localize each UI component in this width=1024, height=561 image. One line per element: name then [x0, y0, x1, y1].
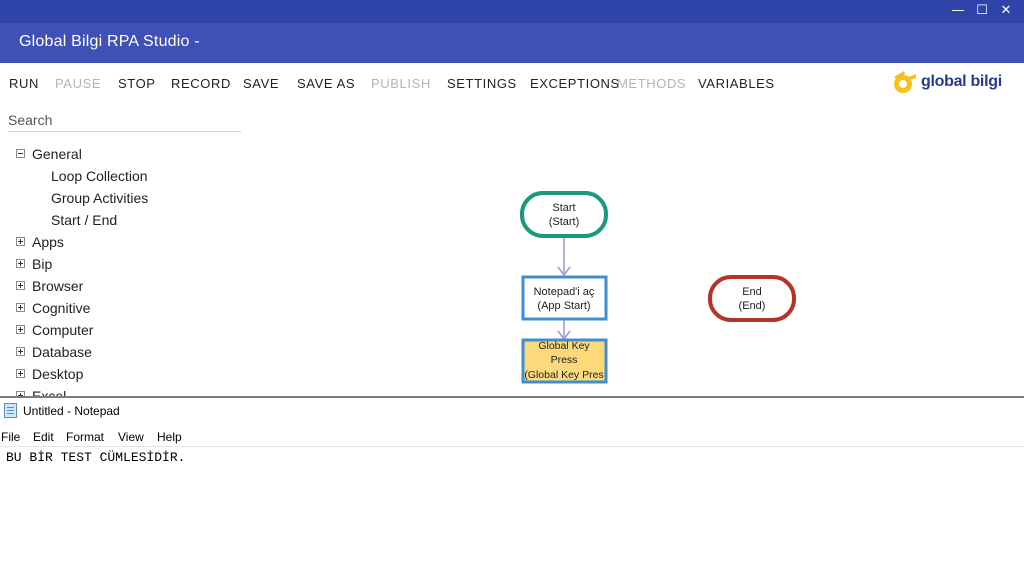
expand-icon[interactable] [16, 237, 25, 246]
tree-item-label: Start / End [51, 212, 118, 228]
tree-item-label: Group Activities [51, 190, 149, 206]
notepad-editor[interactable]: BU BİR TEST CÜMLESİDİR. [0, 447, 1024, 561]
notepad-text: BU BİR TEST CÜMLESİDİR. [6, 450, 186, 465]
menu-format[interactable]: Format [66, 430, 104, 444]
connector-start-notepad [557, 236, 571, 277]
pause-button[interactable]: PAUSE [55, 76, 101, 91]
flow-node-start[interactable]: Start (Start) [520, 191, 608, 238]
tree-item-label: Browser [32, 278, 84, 294]
publish-button[interactable]: PUBLISH [371, 76, 431, 91]
search-input[interactable] [8, 110, 241, 130]
close-button[interactable]: ✕ [994, 2, 1018, 20]
notepad-icon [4, 403, 17, 418]
start-node-type: (Start) [549, 216, 580, 228]
brand-logo-icon [894, 71, 916, 93]
notepad-title: Untitled - Notepad [23, 404, 120, 418]
brand-logo-text: global bilgi [921, 73, 1002, 90]
collapse-icon[interactable] [16, 149, 25, 158]
methods-button[interactable]: METHODS [617, 76, 686, 91]
activity-tree: General Loop Collection Group Activities… [0, 142, 245, 396]
run-button[interactable]: RUN [9, 76, 39, 91]
expand-icon[interactable] [16, 369, 25, 378]
keypress-node-title-2: Press [551, 354, 578, 366]
notepad-menubar: File Edit Format View Help [0, 428, 1024, 446]
toolbar: RUN PAUSE STOP RECORD SAVE SAVE AS PUBLI… [0, 63, 1024, 103]
flow-node-end[interactable]: End (End) [708, 275, 796, 322]
exceptions-button[interactable]: EXCEPTIONS [530, 76, 620, 91]
save-as-button[interactable]: SAVE AS [297, 76, 355, 91]
keypress-node-type: (Global Key Pres [524, 369, 603, 381]
desktop: — ☐ ✕ Global Bilgi RPA Studio - RUN PAUS… [0, 0, 1024, 561]
end-node-title: End [742, 286, 762, 298]
tree-item-label: Database [32, 344, 92, 360]
brand-logo: global bilgi [890, 68, 1014, 98]
search-box [8, 110, 241, 132]
menu-edit[interactable]: Edit [33, 430, 54, 444]
tree-item-label: Loop Collection [51, 168, 148, 184]
stop-button[interactable]: STOP [118, 76, 156, 91]
tree-item-label: General [32, 146, 82, 162]
minimize-button[interactable]: — [946, 2, 970, 20]
app-title: Global Bilgi RPA Studio - [19, 33, 200, 50]
menu-help[interactable]: Help [157, 430, 182, 444]
save-button[interactable]: SAVE [243, 76, 279, 91]
keypress-node-title-1: Global Key [538, 340, 590, 352]
tree-item-label: Desktop [32, 366, 84, 382]
expand-icon[interactable] [16, 303, 25, 312]
window-controls: — ☐ ✕ [946, 2, 1018, 20]
menu-view[interactable]: View [118, 430, 144, 444]
flow-node-keypress[interactable]: Global Key Press (Global Key Pres [521, 338, 608, 384]
end-node-type: (End) [739, 300, 766, 312]
tree-item-label: Bip [32, 256, 53, 272]
app-header: Global Bilgi RPA Studio - [0, 23, 1024, 63]
expand-icon[interactable] [16, 325, 25, 334]
notepad-node-type: (App Start) [537, 300, 590, 312]
menu-file[interactable]: File [1, 430, 20, 444]
tree-item-label: Cognitive [32, 300, 91, 316]
start-node-title: Start [552, 202, 575, 214]
notepad-titlebar[interactable]: Untitled - Notepad [0, 398, 1024, 424]
expand-icon[interactable] [16, 347, 25, 356]
record-button[interactable]: RECORD [171, 76, 231, 91]
maximize-button[interactable]: ☐ [970, 2, 994, 20]
tree-item-label: Computer [32, 322, 94, 338]
connector-notepad-keypress [557, 320, 571, 341]
expand-icon[interactable] [16, 281, 25, 290]
expand-icon[interactable] [16, 259, 25, 268]
settings-button[interactable]: SETTINGS [447, 76, 517, 91]
flow-node-notepad[interactable]: Notepad'i aç (App Start) [521, 275, 608, 321]
notepad-node-title: Notepad'i aç [534, 286, 595, 298]
window-titlebar[interactable]: — ☐ ✕ [0, 0, 1024, 23]
tree-item-label: Apps [32, 234, 64, 250]
workflow-canvas[interactable]: Start (Start) Notepad'i aç (App Start) G… [245, 103, 1024, 396]
tree-item-label: Excel [32, 388, 67, 396]
workflow-diagram: Start (Start) Notepad'i aç (App Start) G… [520, 191, 796, 384]
variables-button[interactable]: VARIABLES [698, 76, 775, 91]
